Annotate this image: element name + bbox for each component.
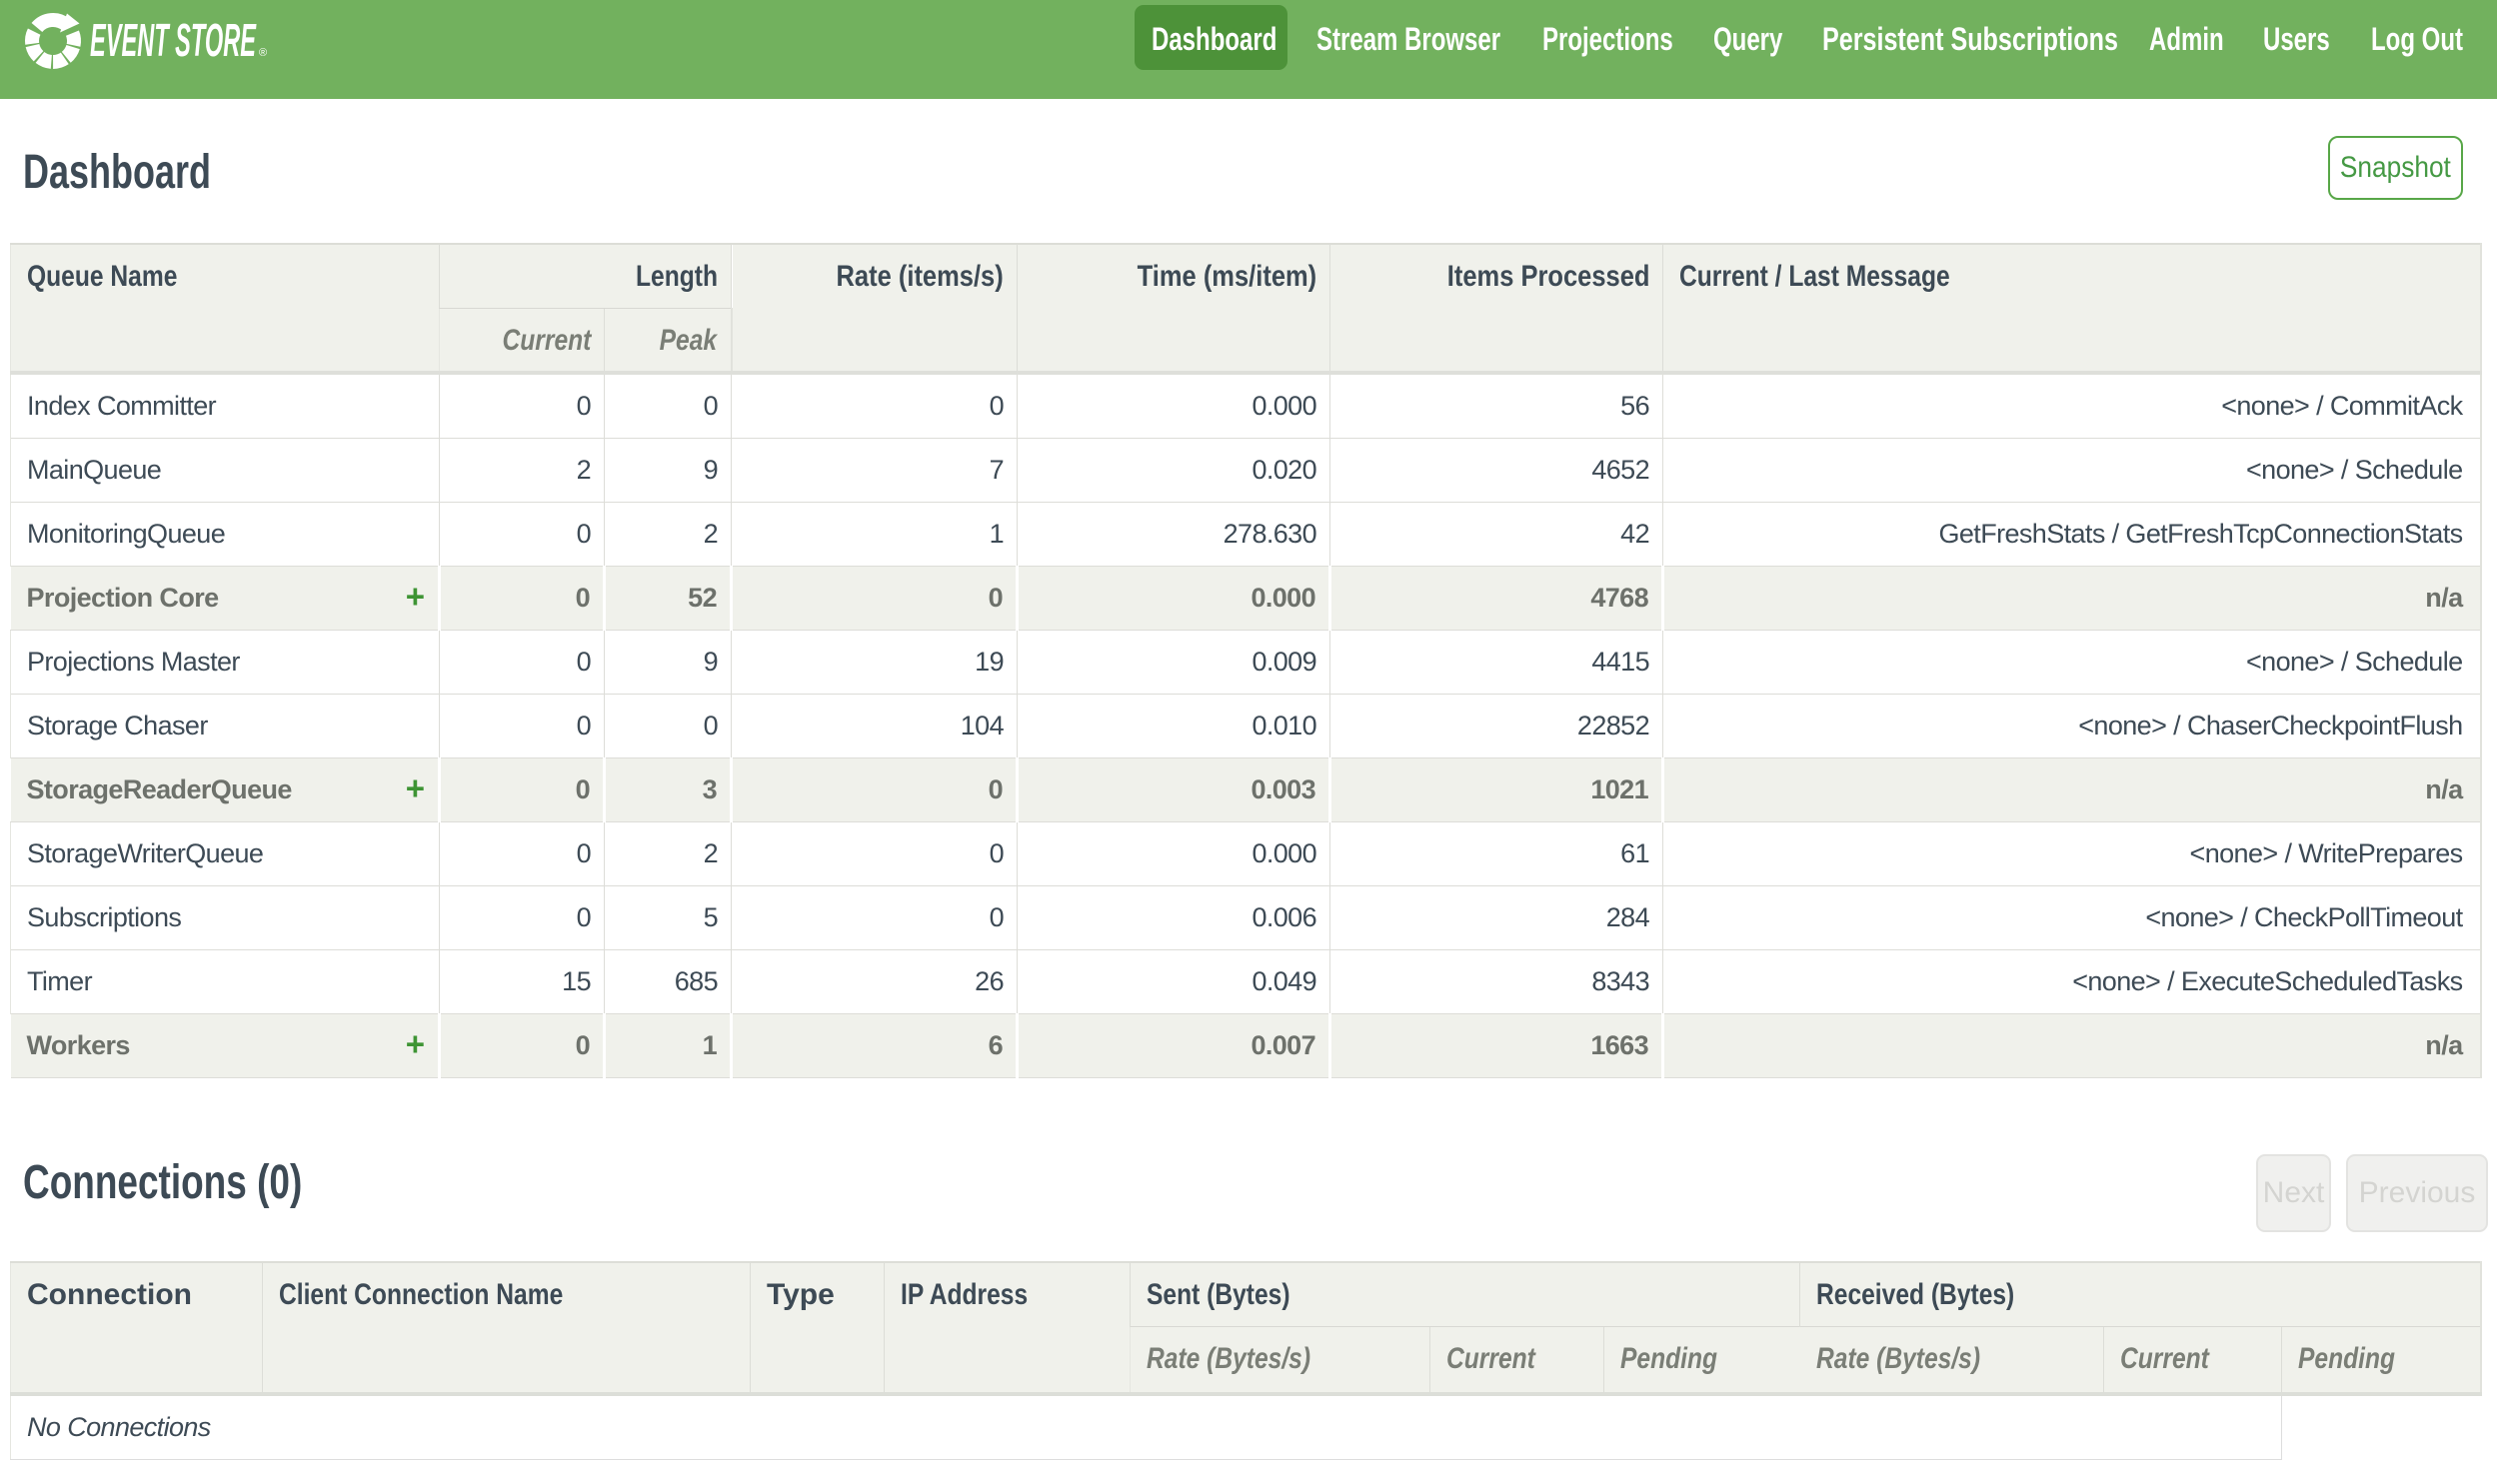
svg-text:EVENT STORE: EVENT STORE xyxy=(90,14,257,66)
svg-text:®: ® xyxy=(259,47,267,59)
